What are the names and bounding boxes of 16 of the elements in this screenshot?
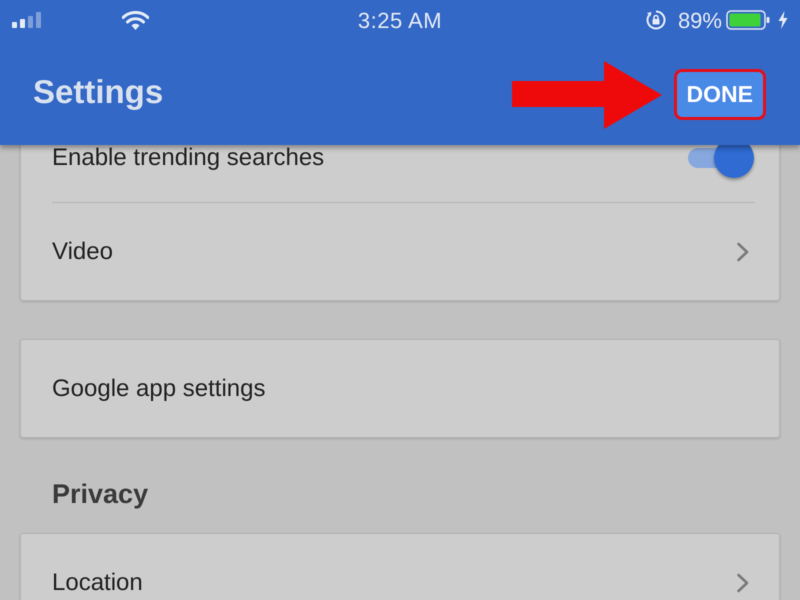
battery-icon bbox=[726, 10, 770, 30]
section-heading: Privacy bbox=[52, 478, 148, 511]
chevron-right-icon bbox=[736, 242, 750, 262]
chevron-right-icon bbox=[736, 572, 750, 592]
toggle-switch[interactable] bbox=[686, 145, 754, 178]
setting-label: Enable trending searches bbox=[52, 145, 324, 172]
rotation-lock-icon bbox=[646, 10, 666, 30]
wifi-icon bbox=[122, 10, 149, 30]
settings-item[interactable]: Location bbox=[21, 534, 779, 600]
settings-item[interactable]: Google app settings bbox=[21, 340, 779, 437]
status-time: 3:25 AM bbox=[356, 6, 444, 34]
screen-title: Settings bbox=[33, 72, 164, 112]
settings-item[interactable]: Video bbox=[21, 203, 779, 300]
charging-bolt-icon bbox=[778, 11, 788, 29]
battery-percent: 89% bbox=[678, 6, 722, 34]
signal-icon bbox=[12, 12, 42, 28]
